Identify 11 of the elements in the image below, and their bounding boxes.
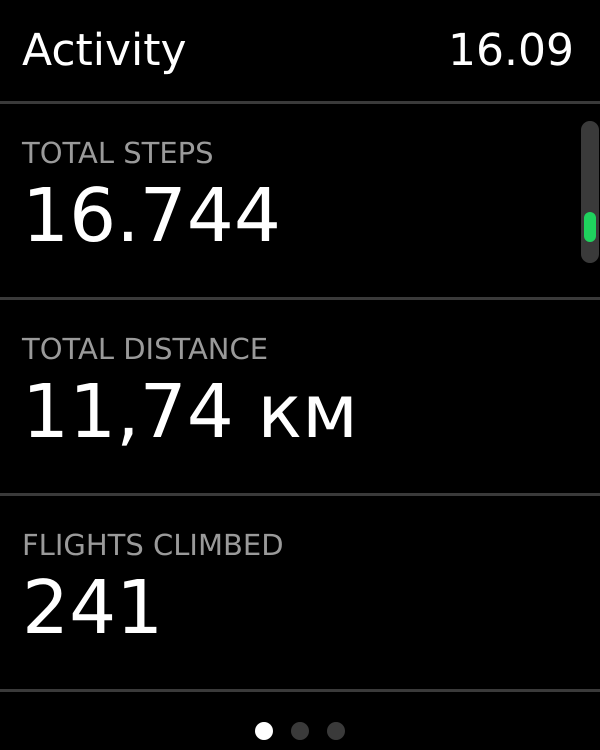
metric-value: 16.744 [22, 178, 281, 256]
clock-time: 16.09 [448, 28, 574, 72]
metric-label: TOTAL DISTANCE [22, 334, 268, 366]
screen-title: Activity [22, 28, 187, 72]
page-dot[interactable] [291, 722, 309, 740]
metric-label: TOTAL STEPS [22, 138, 214, 170]
metric-label: FLIGHTS CLIMBED [22, 530, 284, 562]
page-dot[interactable] [255, 722, 273, 740]
page-dot[interactable] [327, 722, 345, 740]
metric-value: 241 [22, 570, 164, 648]
metric-value: 11,74 км [22, 374, 358, 452]
